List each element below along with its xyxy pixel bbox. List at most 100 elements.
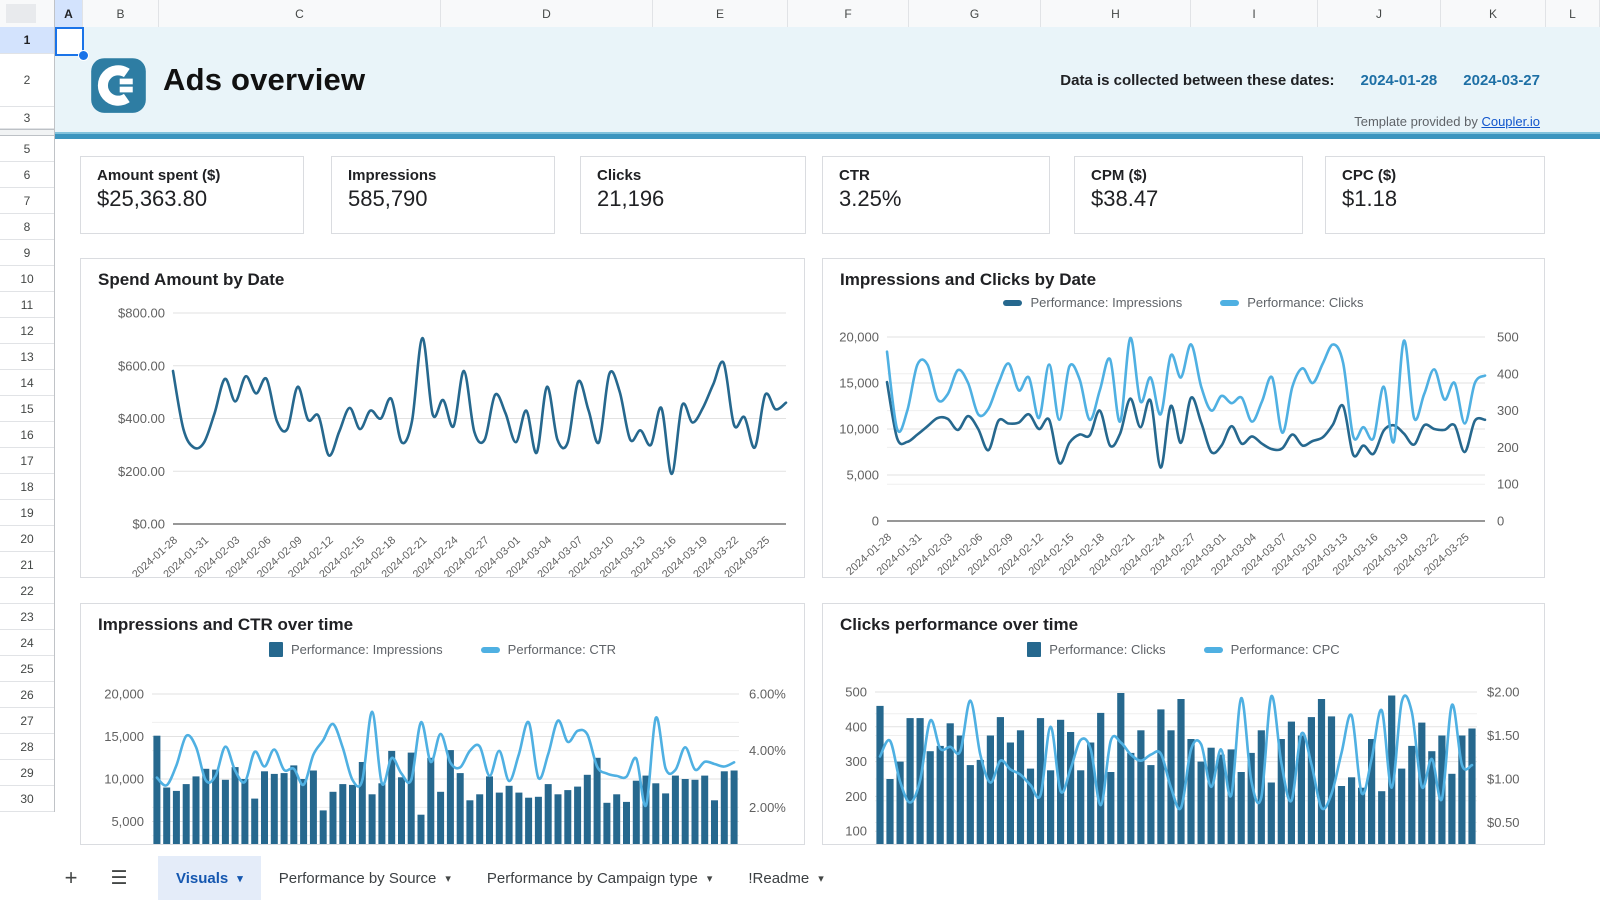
column-header-K[interactable]: K xyxy=(1441,0,1546,27)
kpi-label: Clicks xyxy=(597,167,789,184)
column-header-F[interactable]: F xyxy=(788,0,909,27)
date-start-cell[interactable]: 2024-01-28 xyxy=(1361,72,1438,89)
svg-text:200: 200 xyxy=(1497,440,1519,455)
date-range-row: Data is collected between these dates: 2… xyxy=(1060,72,1540,89)
row-header-1[interactable]: 1 xyxy=(0,27,54,54)
row-header-10[interactable]: 10 xyxy=(0,266,54,292)
kpi-card[interactable]: CPC ($) $1.18 xyxy=(1325,156,1545,234)
row-header-30[interactable]: 30 xyxy=(0,786,54,812)
column-header-L[interactable]: L xyxy=(1546,0,1600,27)
svg-text:400: 400 xyxy=(845,719,867,734)
row-header-9[interactable]: 9 xyxy=(0,240,54,266)
row-header-12[interactable]: 12 xyxy=(0,318,54,344)
row-header-27[interactable]: 27 xyxy=(0,708,54,734)
row-header-3[interactable]: 3 xyxy=(0,107,54,129)
sheet-tab-visuals[interactable]: Visuals▾ xyxy=(158,856,261,900)
select-all-corner[interactable] xyxy=(0,0,55,27)
sheet-tab-bar: + ☰ Visuals▾Performance by Source▾Perfor… xyxy=(0,856,1600,900)
chart-card-impressions-and-clicks-by-date[interactable]: Impressions and Clicks by Date Performan… xyxy=(822,258,1545,578)
blue-divider xyxy=(55,132,1600,139)
svg-text:2.00%: 2.00% xyxy=(749,800,786,815)
tab-dropdown-icon[interactable]: ▾ xyxy=(237,872,243,885)
row-header-15[interactable]: 15 xyxy=(0,396,54,422)
chart-plot: 5,00010,00015,00020,0002.00%4.00%6.00% xyxy=(81,604,805,845)
row-header-26[interactable]: 26 xyxy=(0,682,54,708)
kpi-value: $38.47 xyxy=(1091,186,1286,212)
row-header-18[interactable]: 18 xyxy=(0,474,54,500)
svg-text:$0.00: $0.00 xyxy=(132,517,165,532)
svg-text:5,000: 5,000 xyxy=(846,468,879,483)
hidden-row-4-indicator[interactable] xyxy=(0,129,54,136)
kpi-card[interactable]: Impressions 585,790 xyxy=(331,156,555,234)
svg-text:$600.00: $600.00 xyxy=(118,358,165,373)
tab-dropdown-icon[interactable]: ▾ xyxy=(818,872,824,885)
row-header-22[interactable]: 22 xyxy=(0,578,54,604)
column-headers: ABCDEFGHIJKL xyxy=(0,0,1600,27)
column-header-E[interactable]: E xyxy=(653,0,788,27)
column-header-D[interactable]: D xyxy=(441,0,653,27)
coupler-link[interactable]: Coupler.io xyxy=(1481,114,1540,129)
svg-text:4.00%: 4.00% xyxy=(749,743,786,758)
svg-text:200: 200 xyxy=(845,789,867,804)
row-header-24[interactable]: 24 xyxy=(0,630,54,656)
kpi-label: CTR xyxy=(839,167,1033,184)
row-header-6[interactable]: 6 xyxy=(0,162,54,188)
template-note: Template provided by Coupler.io xyxy=(1354,114,1540,129)
svg-text:$1.00: $1.00 xyxy=(1487,772,1520,787)
add-sheet-button[interactable]: + xyxy=(54,856,88,900)
sheet-tab--readme[interactable]: !Readme ▾ xyxy=(730,856,841,900)
kpi-card[interactable]: CTR 3.25% xyxy=(822,156,1050,234)
sheet-tab-performance-by-campaign-type[interactable]: Performance by Campaign type▾ xyxy=(469,856,730,900)
svg-text:$200.00: $200.00 xyxy=(118,464,165,479)
svg-text:$800.00: $800.00 xyxy=(118,306,165,321)
column-header-G[interactable]: G xyxy=(909,0,1041,27)
chart-card-impressions-and-ctr-over-time[interactable]: Impressions and CTR over time Performanc… xyxy=(80,603,805,845)
page-title: Ads overview xyxy=(163,62,365,98)
row-header-2[interactable]: 2 xyxy=(0,54,54,107)
date-end-cell[interactable]: 2024-03-27 xyxy=(1463,72,1540,89)
svg-text:20,000: 20,000 xyxy=(839,330,879,345)
kpi-value: $1.18 xyxy=(1342,186,1528,212)
column-header-H[interactable]: H xyxy=(1041,0,1191,27)
row-header-28[interactable]: 28 xyxy=(0,734,54,760)
row-header-17[interactable]: 17 xyxy=(0,448,54,474)
svg-text:500: 500 xyxy=(845,685,867,700)
svg-text:15,000: 15,000 xyxy=(104,729,144,744)
kpi-card[interactable]: Amount spent ($) $25,363.80 xyxy=(80,156,304,234)
template-note-text: Template provided by xyxy=(1354,114,1478,129)
row-header-7[interactable]: 7 xyxy=(0,188,54,214)
row-header-29[interactable]: 29 xyxy=(0,760,54,786)
row-header-11[interactable]: 11 xyxy=(0,292,54,318)
kpi-label: Amount spent ($) xyxy=(97,167,287,184)
row-header-8[interactable]: 8 xyxy=(0,214,54,240)
row-header-25[interactable]: 25 xyxy=(0,656,54,682)
sheet-tab-performance-by-source[interactable]: Performance by Source▾ xyxy=(261,856,469,900)
row-header-23[interactable]: 23 xyxy=(0,604,54,630)
kpi-card[interactable]: CPM ($) $38.47 xyxy=(1074,156,1303,234)
column-header-J[interactable]: J xyxy=(1318,0,1441,27)
column-header-I[interactable]: I xyxy=(1191,0,1318,27)
row-header-21[interactable]: 21 xyxy=(0,552,54,578)
row-header-14[interactable]: 14 xyxy=(0,370,54,396)
row-header-19[interactable]: 19 xyxy=(0,500,54,526)
chart-card-clicks-performance-over-time[interactable]: Clicks performance over time Performance… xyxy=(822,603,1545,845)
kpi-label: Impressions xyxy=(348,167,538,184)
fill-handle[interactable] xyxy=(78,50,89,61)
row-header-20[interactable]: 20 xyxy=(0,526,54,552)
chart-card-spend-amount-by-date[interactable]: Spend Amount by Date $0.00$200.00$400.00… xyxy=(80,258,805,578)
sheet-grid[interactable]: Ads overview Data is collected between t… xyxy=(0,0,1600,848)
row-header-5[interactable]: 5 xyxy=(0,136,54,162)
column-header-B[interactable]: B xyxy=(83,0,159,27)
all-sheets-button[interactable]: ☰ xyxy=(102,856,136,900)
kpi-value: 3.25% xyxy=(839,186,1033,212)
kpi-card[interactable]: Clicks 21,196 xyxy=(580,156,806,234)
svg-text:10,000: 10,000 xyxy=(839,422,879,437)
sheet-tab-label: !Readme xyxy=(748,870,809,887)
column-header-C[interactable]: C xyxy=(159,0,441,27)
row-header-16[interactable]: 16 xyxy=(0,422,54,448)
tab-dropdown-icon[interactable]: ▾ xyxy=(707,872,713,885)
svg-text:$400.00: $400.00 xyxy=(118,411,165,426)
row-header-13[interactable]: 13 xyxy=(0,344,54,370)
column-header-A[interactable]: A xyxy=(55,0,83,27)
tab-dropdown-icon[interactable]: ▾ xyxy=(445,872,451,885)
